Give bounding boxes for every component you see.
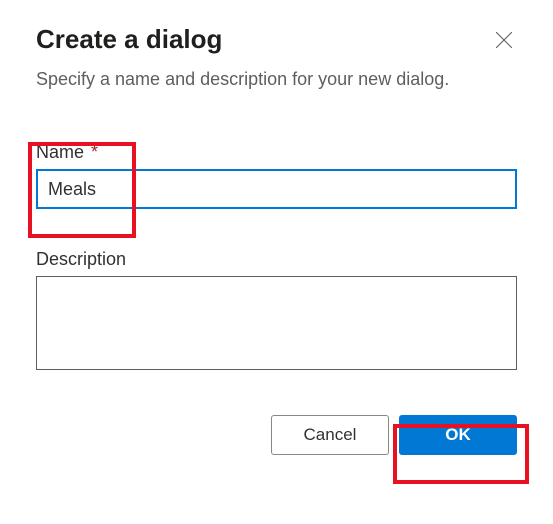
description-field-group: Description: [36, 249, 517, 375]
description-label: Description: [36, 249, 517, 270]
name-field-group: Name *: [36, 142, 517, 209]
description-input[interactable]: [36, 276, 517, 370]
dialog-title: Create a dialog: [36, 24, 222, 55]
name-input[interactable]: [36, 169, 517, 209]
name-label: Name *: [36, 142, 517, 163]
dialog-button-row: Cancel OK: [36, 415, 517, 455]
cancel-button[interactable]: Cancel: [271, 415, 389, 455]
name-label-text: Name: [36, 142, 84, 162]
required-marker: *: [89, 142, 98, 162]
close-button[interactable]: [491, 27, 517, 53]
create-dialog-panel: Create a dialog Specify a name and descr…: [0, 0, 553, 483]
dialog-subtitle: Specify a name and description for your …: [36, 69, 517, 90]
ok-button[interactable]: OK: [399, 415, 517, 455]
dialog-header: Create a dialog: [36, 24, 517, 55]
close-icon: [495, 31, 513, 49]
